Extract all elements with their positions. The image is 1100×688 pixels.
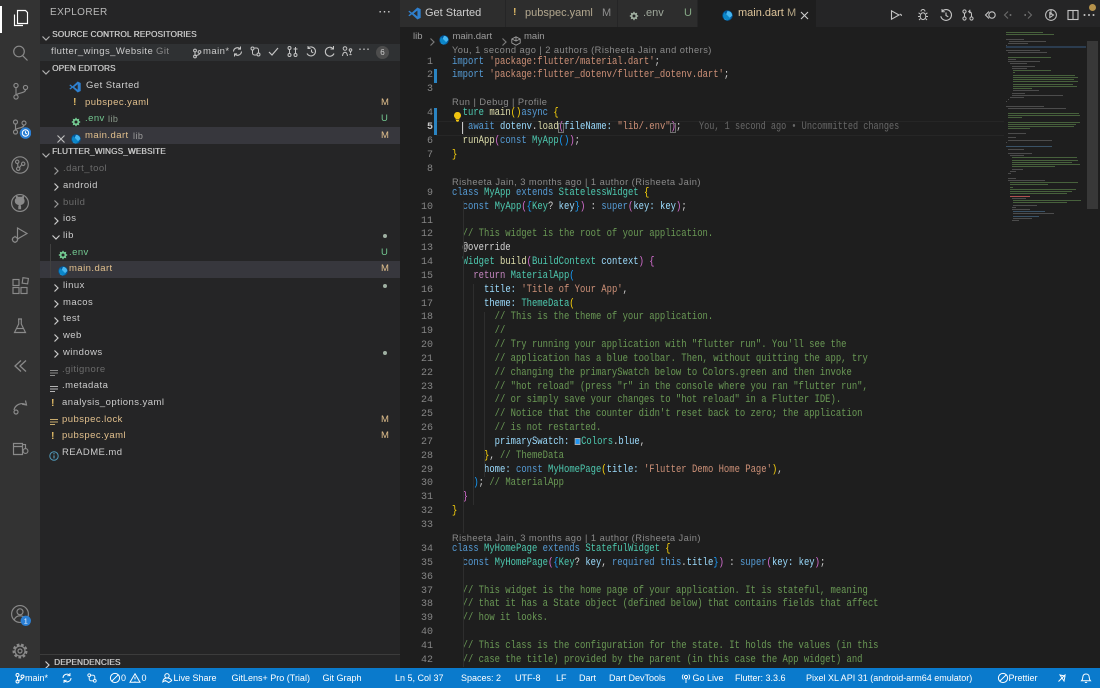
svg-text:1: 1 [24,616,28,625]
